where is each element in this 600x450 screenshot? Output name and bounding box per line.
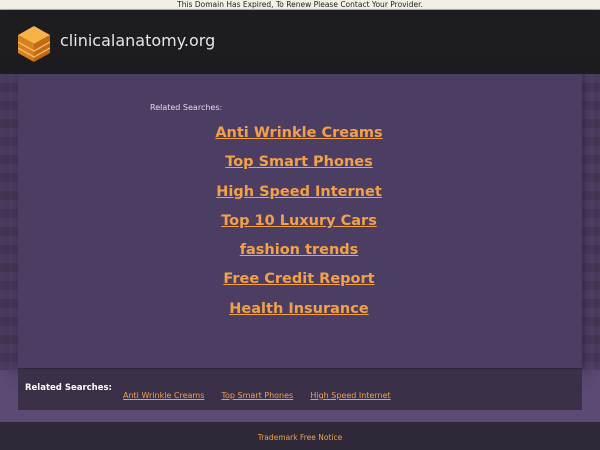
related-link-top-smart-phones[interactable]: Top Smart Phones — [150, 149, 448, 178]
site-header: clinicalanatomy.org — [0, 10, 600, 74]
footer-link-top-smart-phones[interactable]: Top Smart Phones — [221, 391, 293, 400]
related-link-health-insurance[interactable]: Health Insurance — [150, 296, 448, 325]
related-link-fashion-trends[interactable]: fashion trends — [150, 237, 448, 266]
footer-links: Anti Wrinkle Creams Top Smart Phones Hig… — [123, 383, 403, 402]
related-link-top-10-luxury-cars[interactable]: Top 10 Luxury Cars — [150, 208, 448, 237]
trademark-notice-link[interactable]: Trademark Free Notice — [0, 433, 600, 443]
footer-link-anti-wrinkle-creams[interactable]: Anti Wrinkle Creams — [123, 391, 204, 400]
bottom-bar: Trademark Free Notice — [0, 422, 600, 450]
site-name[interactable]: clinicalanatomy.org — [60, 31, 215, 51]
domain-expired-notice: This Domain Has Expired, To Renew Please… — [0, 0, 600, 10]
related-link-free-credit-report[interactable]: Free Credit Report — [150, 266, 448, 295]
footer-related-searches: Related Searches: Anti Wrinkle Creams To… — [18, 368, 582, 410]
related-links-list: Anti Wrinkle Creams Top Smart Phones Hig… — [150, 120, 448, 325]
stacked-layers-icon — [18, 26, 50, 62]
related-link-anti-wrinkle-creams[interactable]: Anti Wrinkle Creams — [150, 120, 448, 149]
related-searches-label: Related Searches: — [150, 103, 223, 112]
footer-related-label: Related Searches: — [25, 383, 112, 393]
related-link-high-speed-internet[interactable]: High Speed Internet — [150, 179, 448, 208]
footer-link-high-speed-internet[interactable]: High Speed Internet — [310, 391, 390, 400]
